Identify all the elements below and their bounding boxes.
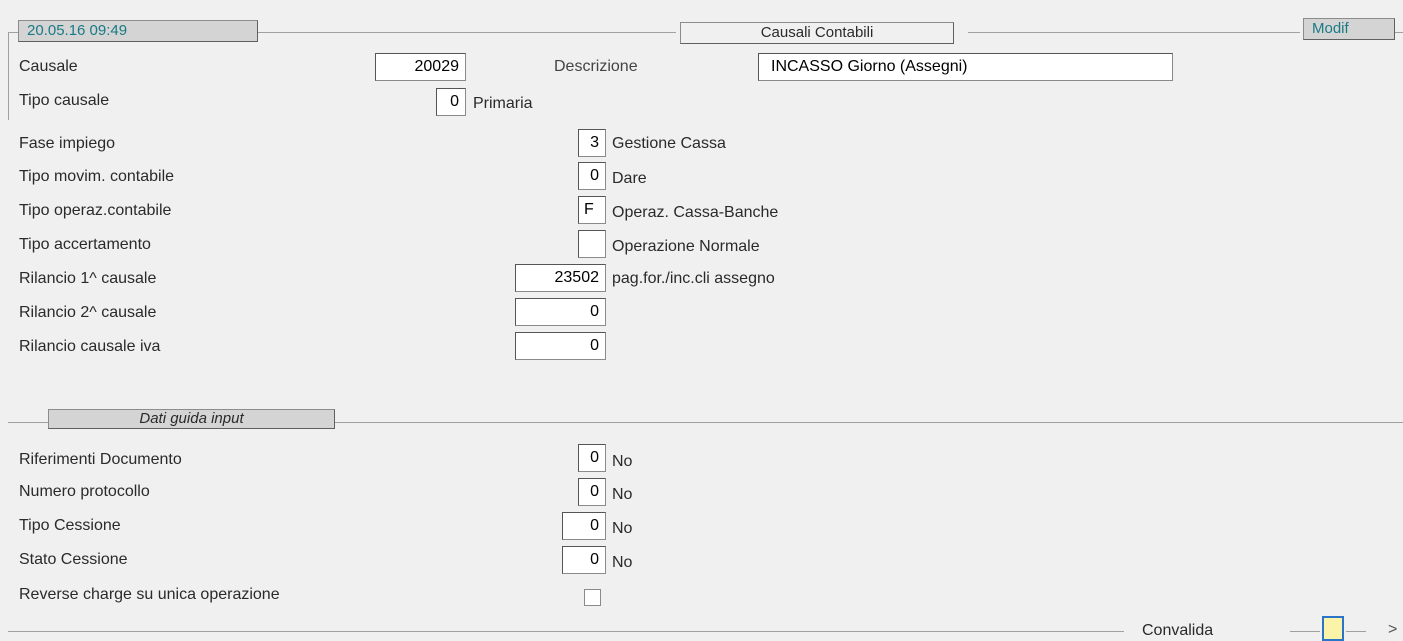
reverse-charge-label: Reverse charge su unica operazione — [19, 586, 280, 603]
form-title-tab: Causali Contabili — [680, 22, 954, 44]
stato-cessione-desc: No — [612, 554, 633, 571]
tipo-operaz-input[interactable]: F — [578, 196, 606, 224]
tipo-operaz-desc: Operaz. Cassa-Banche — [612, 204, 779, 221]
mode-text: Modif — [1312, 20, 1349, 37]
dati-guida-title: Dati guida input — [139, 410, 244, 427]
fase-impiego-input[interactable]: 3 — [578, 129, 606, 157]
protocollo-input[interactable]: 0 — [578, 478, 606, 506]
mode-tab: Modif — [1303, 18, 1395, 40]
descrizione-input[interactable]: INCASSO Giorno (Assegni) — [758, 53, 1173, 81]
tipo-operaz-label: Tipo operaz.contabile — [19, 202, 172, 219]
tipo-cessione-label: Tipo Cessione — [19, 517, 121, 534]
protocollo-desc: No — [612, 486, 633, 503]
rilancio1-desc: pag.for./inc.cli assegno — [612, 270, 775, 287]
riferimenti-desc: No — [612, 453, 633, 470]
causale-input[interactable]: 20029 — [375, 53, 466, 81]
datetime-tab: 20.05.16 09:49 — [18, 20, 258, 42]
rilancio2-input[interactable]: 0 — [515, 298, 606, 326]
tipo-movim-desc: Dare — [612, 170, 647, 187]
tipo-accert-input[interactable] — [578, 230, 606, 258]
tipo-movim-input[interactable]: 0 — [578, 162, 606, 190]
form-title: Causali Contabili — [760, 24, 874, 41]
stato-cessione-input[interactable]: 0 — [562, 546, 606, 574]
convalida-label: Convalida — [1142, 622, 1214, 639]
tipo-accert-desc: Operazione Normale — [612, 238, 760, 255]
protocollo-label: Numero protocollo — [19, 483, 150, 500]
dati-guida-tab: Dati guida input — [48, 409, 335, 429]
riferimenti-input[interactable]: 0 — [578, 444, 606, 472]
next-arrow-icon[interactable]: > — [1388, 620, 1397, 640]
tipo-causale-input[interactable]: 0 — [436, 88, 466, 116]
riferimenti-label: Riferimenti Documento — [19, 451, 182, 468]
tipo-movim-label: Tipo movim. contabile — [19, 168, 175, 185]
reverse-charge-checkbox[interactable] — [584, 589, 601, 606]
tipo-cessione-desc: No — [612, 520, 633, 537]
datetime-text: 20.05.16 09:49 — [27, 22, 128, 39]
tipo-accert-label: Tipo accertamento — [19, 236, 151, 253]
tipo-causale-desc: Primaria — [473, 95, 533, 112]
stato-cessione-label: Stato Cessione — [19, 551, 128, 568]
fase-impiego-desc: Gestione Cassa — [612, 135, 726, 152]
fase-impiego-label: Fase impiego — [19, 135, 116, 152]
tipo-cessione-input[interactable]: 0 — [562, 512, 606, 540]
descrizione-label: Descrizione — [554, 58, 638, 75]
convalida-button[interactable] — [1322, 616, 1344, 641]
rilancio1-label: Rilancio 1^ causale — [19, 270, 157, 287]
rilancio2-label: Rilancio 2^ causale — [19, 304, 157, 321]
rilancio-iva-label: Rilancio causale iva — [19, 338, 161, 355]
causale-label: Causale — [19, 58, 78, 75]
tipo-causale-label: Tipo causale — [19, 92, 110, 109]
rilancio1-input[interactable]: 23502 — [515, 264, 606, 292]
rilancio-iva-input[interactable]: 0 — [515, 332, 606, 360]
